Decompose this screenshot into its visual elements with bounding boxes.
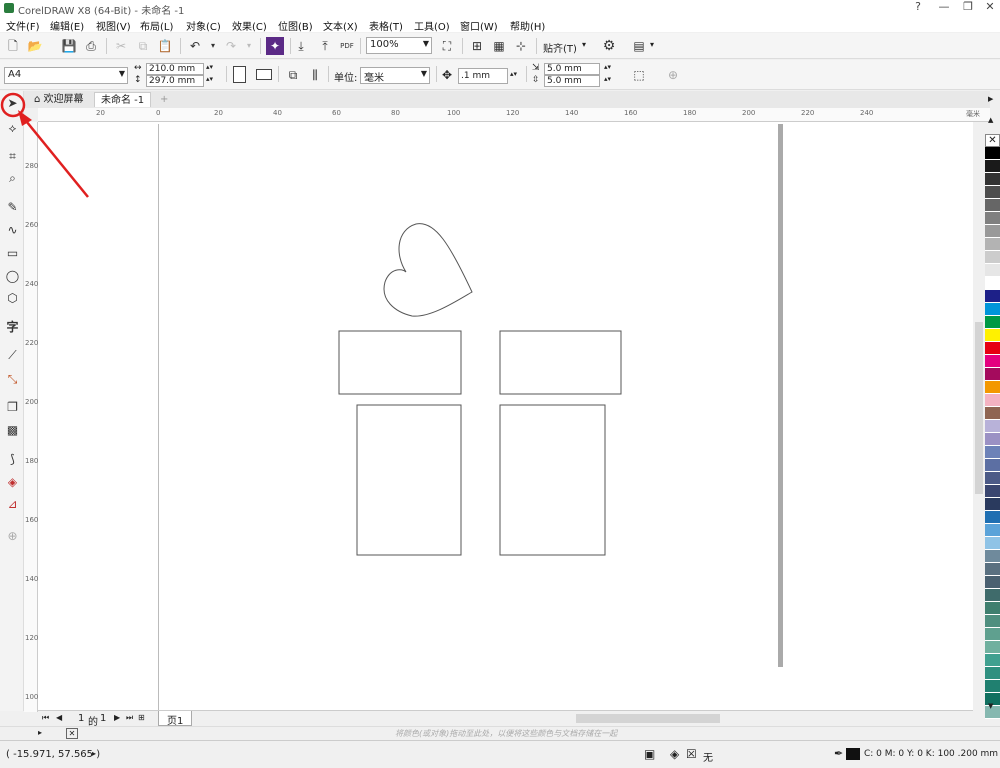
fill-bucket-icon: ◈ xyxy=(670,747,680,761)
horizontal-scrollbar-thumb[interactable] xyxy=(576,714,720,723)
color-swatch[interactable] xyxy=(985,563,1000,576)
color-swatch[interactable] xyxy=(985,186,1000,199)
page-tab[interactable]: 页1 xyxy=(158,711,193,727)
color-swatch[interactable] xyxy=(985,251,1000,264)
color-swatch[interactable] xyxy=(985,615,1000,628)
outline-info: C: 0 M: 0 Y: 0 K: 100 .200 mm xyxy=(864,749,999,759)
color-swatch[interactable] xyxy=(985,368,1000,381)
color-swatch[interactable] xyxy=(985,407,1000,420)
rectangle-shape[interactable] xyxy=(499,404,606,556)
next-page-icon[interactable]: ▶ xyxy=(114,713,120,722)
color-palette[interactable]: ✕ xyxy=(985,134,1000,719)
color-swatch[interactable] xyxy=(985,225,1000,238)
color-swatch[interactable] xyxy=(985,628,1000,641)
color-swatch[interactable] xyxy=(985,303,1000,316)
color-swatch[interactable] xyxy=(985,394,1000,407)
color-swatch[interactable] xyxy=(985,485,1000,498)
rectangle-shape[interactable] xyxy=(356,404,462,556)
color-swatch[interactable] xyxy=(985,589,1000,602)
no-color-swatch[interactable]: ✕ xyxy=(66,728,78,739)
color-swatch[interactable] xyxy=(985,446,1000,459)
last-page-icon[interactable]: ⏭ xyxy=(126,713,133,723)
color-swatch[interactable] xyxy=(985,537,1000,550)
cursor-coordinates: ( -15.971, 57.565 ) xyxy=(6,749,101,760)
color-swatch[interactable] xyxy=(985,576,1000,589)
color-swatch[interactable] xyxy=(985,602,1000,615)
fill-none-label: 无 xyxy=(703,753,713,764)
annotation-arrow xyxy=(21,115,89,198)
color-swatch[interactable] xyxy=(985,290,1000,303)
play-icon[interactable]: ▸ xyxy=(38,728,42,737)
color-swatch[interactable] xyxy=(985,212,1000,225)
color-swatch[interactable] xyxy=(985,342,1000,355)
palette-hint: 将颜色(或对象)拖动至此处，以便将这些颜色与文档存储在一起 xyxy=(395,729,618,738)
color-swatch[interactable] xyxy=(985,316,1000,329)
rectangle-shape[interactable] xyxy=(338,330,462,395)
total-pages: 1 xyxy=(100,713,107,724)
color-swatch[interactable] xyxy=(985,550,1000,563)
add-page-icon[interactable]: ⊞ xyxy=(138,713,145,722)
first-page-icon[interactable]: ⏮ xyxy=(42,713,49,723)
no-fill-icon: ☒ xyxy=(686,747,697,761)
current-page-number: 1 xyxy=(78,713,85,724)
color-swatch[interactable] xyxy=(985,641,1000,654)
chevron-down-icon[interactable]: ▼ xyxy=(988,702,993,710)
color-swatch[interactable] xyxy=(985,147,1000,160)
color-swatch[interactable] xyxy=(985,264,1000,277)
color-proof-icon[interactable]: ▣ xyxy=(644,747,655,761)
color-swatch[interactable] xyxy=(985,680,1000,693)
canvas-shapes xyxy=(0,92,622,556)
color-swatch[interactable] xyxy=(985,160,1000,173)
color-swatch[interactable] xyxy=(985,355,1000,368)
vertical-scrollbar[interactable] xyxy=(973,122,985,712)
color-swatch[interactable] xyxy=(985,329,1000,342)
color-swatch[interactable] xyxy=(985,173,1000,186)
heart-shape[interactable] xyxy=(383,223,473,317)
color-swatch[interactable] xyxy=(985,238,1000,251)
color-swatch[interactable] xyxy=(985,524,1000,537)
color-swatch[interactable] xyxy=(985,511,1000,524)
scrollbar-thumb[interactable] xyxy=(975,322,983,494)
annotation-arrowhead xyxy=(18,110,32,126)
rectangle-shape[interactable] xyxy=(499,330,622,395)
page-navigator: ⏮ ◀ 1 的 1 ▶ ⏭ ⊞ 页1 xyxy=(38,710,973,728)
pen-icon: ✒ xyxy=(834,747,844,760)
color-swatch[interactable] xyxy=(985,381,1000,394)
color-swatch[interactable] xyxy=(985,277,1000,290)
color-swatch[interactable] xyxy=(985,433,1000,446)
chevron-up-icon[interactable]: ▲ xyxy=(988,116,993,124)
color-swatch[interactable] xyxy=(985,654,1000,667)
color-swatch[interactable] xyxy=(985,199,1000,212)
color-swatch[interactable] xyxy=(985,420,1000,433)
color-swatch[interactable] xyxy=(985,472,1000,485)
color-swatch[interactable] xyxy=(985,667,1000,680)
document-palette-bar: ▸ ✕ 将颜色(或对象)拖动至此处，以便将这些颜色与文档存储在一起 xyxy=(0,726,1000,740)
outline-color-swatch xyxy=(846,748,860,760)
no-color-swatch[interactable]: ✕ xyxy=(985,134,1000,147)
color-swatch[interactable] xyxy=(985,498,1000,511)
prev-page-icon[interactable]: ◀ xyxy=(56,713,62,722)
color-swatch[interactable] xyxy=(985,459,1000,472)
chevron-right-icon[interactable]: ▸ xyxy=(92,749,96,758)
status-bar: ( -15.971, 57.565 ) ▸ ▣ ◈ ☒ 无 ✒ C: 0 M: … xyxy=(0,740,1000,768)
